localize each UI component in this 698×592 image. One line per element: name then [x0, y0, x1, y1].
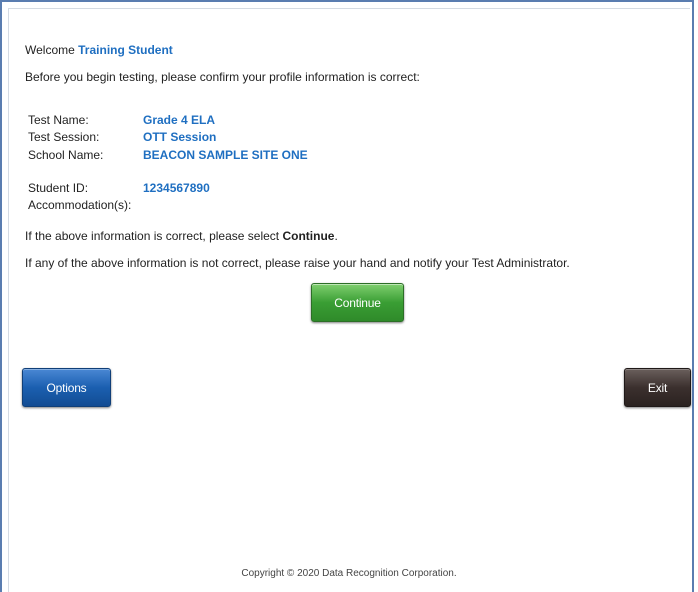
test-name-label: Test Name:: [28, 113, 89, 127]
correct-instruction: If the above information is correct, ple…: [25, 229, 338, 243]
exit-button[interactable]: Exit: [624, 368, 691, 407]
student-name: Training Student: [78, 43, 173, 57]
intro-text: Before you begin testing, please confirm…: [25, 70, 420, 84]
incorrect-instruction: If any of the above information is not c…: [25, 256, 570, 270]
test-session-value: OTT Session: [143, 130, 217, 144]
welcome-line: Welcome Training Student: [25, 43, 173, 57]
correct-instruction-action: Continue: [282, 229, 335, 243]
welcome-prefix: Welcome: [25, 43, 75, 57]
continue-button[interactable]: Continue: [311, 283, 404, 322]
copyright-footer: Copyright © 2020 Data Recognition Corpor…: [241, 568, 457, 579]
student-id-value: 1234567890: [143, 181, 210, 195]
school-name-value: BEACON SAMPLE SITE ONE: [143, 148, 308, 162]
correct-instruction-prefix: If the above information is correct, ple…: [25, 229, 280, 243]
school-name-label: School Name:: [28, 148, 104, 162]
accommodations-label: Accommodation(s):: [28, 198, 132, 212]
correct-instruction-suffix: .: [334, 229, 338, 243]
test-session-label: Test Session:: [28, 130, 100, 144]
student-id-label: Student ID:: [28, 181, 89, 195]
options-button[interactable]: Options: [22, 368, 111, 407]
test-name-value: Grade 4 ELA: [143, 113, 216, 127]
